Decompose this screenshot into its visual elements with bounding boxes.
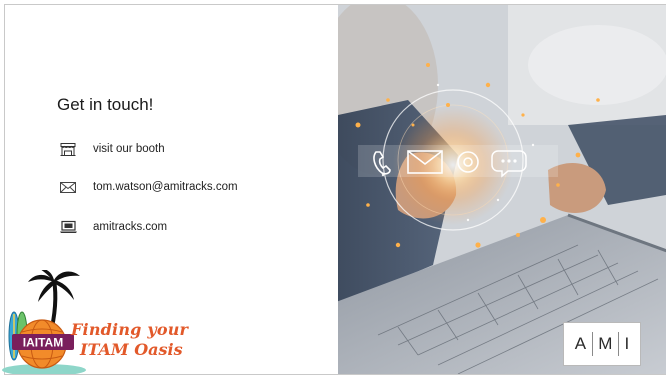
ami-letter-i: I [624,334,630,353]
envelope-icon [59,179,81,195]
contact-booth: visit our booth [59,141,165,157]
booth-icon [59,141,81,157]
contact-email-text[interactable]: tom.watson@amitracks.com [93,181,238,193]
contact-booth-text: visit our booth [93,143,165,155]
contact-email: tom.watson@amitracks.com [59,179,238,195]
laptop-icon [59,219,81,235]
ami-brand-logo: A M I [563,322,641,366]
logo-tagline-line2: ITAM Oasis [80,340,183,359]
slide-title: Get in touch! [57,95,154,114]
laptop-communication-illustration [338,5,666,374]
ami-divider [617,332,619,356]
slide: Get in touch! visit our booth tom.watson… [0,0,670,379]
contact-hero-photo [338,5,666,374]
ami-letter-m: M [598,334,613,353]
logo-tagline-line1: Finding your [71,320,189,339]
ami-letter-a: A [574,334,587,353]
contact-website: amitracks.com [59,219,167,235]
ami-divider [591,332,593,356]
contact-website-text[interactable]: amitracks.com [93,221,167,233]
iaitam-badge-text: IAITAM [23,336,63,350]
